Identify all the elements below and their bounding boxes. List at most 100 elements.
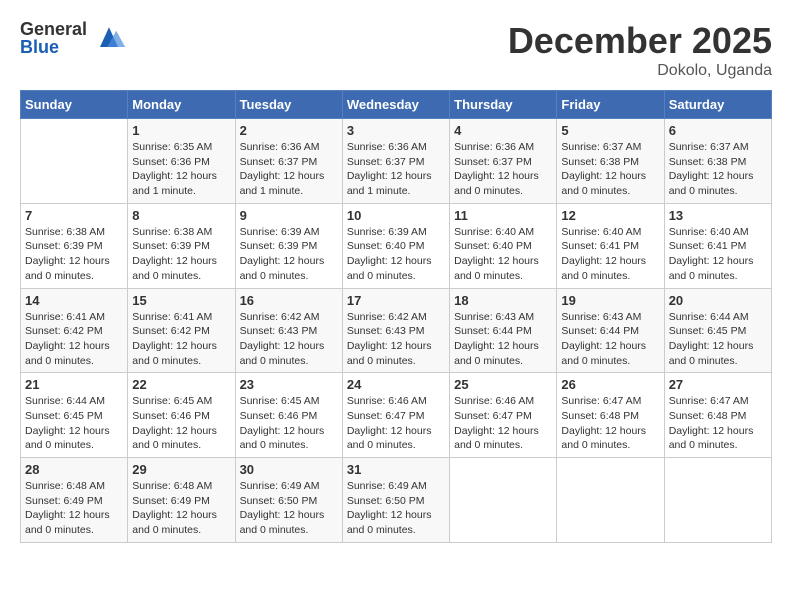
day-number: 16 [240, 293, 338, 308]
day-number: 20 [669, 293, 767, 308]
day-info: Sunrise: 6:36 AM Sunset: 6:37 PM Dayligh… [454, 140, 552, 199]
day-info: Sunrise: 6:43 AM Sunset: 6:44 PM Dayligh… [561, 310, 659, 369]
title-block: December 2025 Dokolo, Uganda [508, 20, 772, 80]
day-number: 10 [347, 208, 445, 223]
day-info: Sunrise: 6:40 AM Sunset: 6:41 PM Dayligh… [669, 225, 767, 284]
calendar-cell: 29 Sunrise: 6:48 AM Sunset: 6:49 PM Dayli… [128, 458, 235, 543]
calendar-week-row: 21Sunrise: 6:44 AM Sunset: 6:45 PM Dayli… [21, 373, 772, 458]
day-info: Sunrise: 6:38 AM Sunset: 6:39 PM Dayligh… [132, 225, 230, 284]
day-info: Sunrise: 6:35 AM Sunset: 6:36 PM Dayligh… [132, 140, 230, 199]
location: Dokolo, Uganda [508, 62, 772, 80]
calendar-cell: 17 Sunrise: 6:42 AM Sunset: 6:43 PM Dayli… [342, 288, 449, 373]
day-number: 3 [347, 123, 445, 138]
day-number: 29 [132, 462, 230, 477]
day-info: Sunrise: 6:47 AM Sunset: 6:48 PM Dayligh… [669, 394, 767, 453]
calendar-cell: 23Sunrise: 6:45 AM Sunset: 6:46 PM Dayli… [235, 373, 342, 458]
calendar-cell: 25 Sunrise: 6:46 AM Sunset: 6:47 PM Dayli… [450, 373, 557, 458]
day-info: Sunrise: 6:42 AM Sunset: 6:43 PM Dayligh… [347, 310, 445, 369]
day-info: Sunrise: 6:44 AM Sunset: 6:45 PM Dayligh… [669, 310, 767, 369]
day-number: 23 [240, 377, 338, 392]
page-header: General Blue December 2025 Dokolo, Ugand… [20, 20, 772, 80]
calendar-cell: 3 Sunrise: 6:36 AM Sunset: 6:37 PM Daylig… [342, 119, 449, 204]
day-number: 22 [132, 377, 230, 392]
calendar-header-row: SundayMondayTuesdayWednesdayThursdayFrid… [21, 91, 772, 119]
day-header-thursday: Thursday [450, 91, 557, 119]
calendar-cell: 19Sunrise: 6:43 AM Sunset: 6:44 PM Dayli… [557, 288, 664, 373]
day-number: 1 [132, 123, 230, 138]
day-info: Sunrise: 6:38 AM Sunset: 6:39 PM Dayligh… [25, 225, 123, 284]
logo-general: General [20, 20, 87, 38]
calendar-cell: 16Sunrise: 6:42 AM Sunset: 6:43 PM Dayli… [235, 288, 342, 373]
calendar-cell [557, 458, 664, 543]
logo-text: General Blue [20, 20, 87, 56]
day-number: 30 [240, 462, 338, 477]
day-info: Sunrise: 6:43 AM Sunset: 6:44 PM Dayligh… [454, 310, 552, 369]
day-header-sunday: Sunday [21, 91, 128, 119]
day-number: 9 [240, 208, 338, 223]
day-number: 4 [454, 123, 552, 138]
day-info: Sunrise: 6:49 AM Sunset: 6:50 PM Dayligh… [240, 479, 338, 538]
day-info: Sunrise: 6:36 AM Sunset: 6:37 PM Dayligh… [240, 140, 338, 199]
day-number: 18 [454, 293, 552, 308]
logo-blue: Blue [20, 38, 87, 56]
day-header-friday: Friday [557, 91, 664, 119]
calendar-cell [21, 119, 128, 204]
calendar-cell: 14 Sunrise: 6:41 AM Sunset: 6:42 PM Dayli… [21, 288, 128, 373]
calendar-week-row: 7 Sunrise: 6:38 AM Sunset: 6:39 PM Daylig… [21, 203, 772, 288]
day-info: Sunrise: 6:46 AM Sunset: 6:47 PM Dayligh… [454, 394, 552, 453]
day-info: Sunrise: 6:48 AM Sunset: 6:49 PM Dayligh… [25, 479, 123, 538]
calendar-week-row: 28Sunrise: 6:48 AM Sunset: 6:49 PM Dayli… [21, 458, 772, 543]
calendar-cell: 4 Sunrise: 6:36 AM Sunset: 6:37 PM Daylig… [450, 119, 557, 204]
calendar-cell: 11Sunrise: 6:40 AM Sunset: 6:40 PM Dayli… [450, 203, 557, 288]
calendar-cell: 18 Sunrise: 6:43 AM Sunset: 6:44 PM Dayli… [450, 288, 557, 373]
day-number: 5 [561, 123, 659, 138]
day-header-saturday: Saturday [664, 91, 771, 119]
day-info: Sunrise: 6:40 AM Sunset: 6:40 PM Dayligh… [454, 225, 552, 284]
day-info: Sunrise: 6:40 AM Sunset: 6:41 PM Dayligh… [561, 225, 659, 284]
day-info: Sunrise: 6:48 AM Sunset: 6:49 PM Dayligh… [132, 479, 230, 538]
day-number: 26 [561, 377, 659, 392]
day-info: Sunrise: 6:37 AM Sunset: 6:38 PM Dayligh… [669, 140, 767, 199]
calendar-cell: 27Sunrise: 6:47 AM Sunset: 6:48 PM Dayli… [664, 373, 771, 458]
calendar-week-row: 14 Sunrise: 6:41 AM Sunset: 6:42 PM Dayli… [21, 288, 772, 373]
day-info: Sunrise: 6:45 AM Sunset: 6:46 PM Dayligh… [132, 394, 230, 453]
day-info: Sunrise: 6:41 AM Sunset: 6:42 PM Dayligh… [132, 310, 230, 369]
calendar-cell: 15Sunrise: 6:41 AM Sunset: 6:42 PM Dayli… [128, 288, 235, 373]
day-info: Sunrise: 6:36 AM Sunset: 6:37 PM Dayligh… [347, 140, 445, 199]
day-info: Sunrise: 6:47 AM Sunset: 6:48 PM Dayligh… [561, 394, 659, 453]
calendar-cell: 9Sunrise: 6:39 AM Sunset: 6:39 PM Daylig… [235, 203, 342, 288]
calendar-cell: 21Sunrise: 6:44 AM Sunset: 6:45 PM Dayli… [21, 373, 128, 458]
calendar-cell: 7 Sunrise: 6:38 AM Sunset: 6:39 PM Daylig… [21, 203, 128, 288]
day-number: 25 [454, 377, 552, 392]
calendar-week-row: 1 Sunrise: 6:35 AM Sunset: 6:36 PM Daylig… [21, 119, 772, 204]
calendar-cell: 1 Sunrise: 6:35 AM Sunset: 6:36 PM Daylig… [128, 119, 235, 204]
day-header-monday: Monday [128, 91, 235, 119]
calendar-cell: 13 Sunrise: 6:40 AM Sunset: 6:41 PM Dayli… [664, 203, 771, 288]
calendar-cell: 30 Sunrise: 6:49 AM Sunset: 6:50 PM Dayli… [235, 458, 342, 543]
day-number: 8 [132, 208, 230, 223]
calendar-cell: 2Sunrise: 6:36 AM Sunset: 6:37 PM Daylig… [235, 119, 342, 204]
day-number: 13 [669, 208, 767, 223]
calendar-cell [664, 458, 771, 543]
calendar-cell: 26 Sunrise: 6:47 AM Sunset: 6:48 PM Dayli… [557, 373, 664, 458]
calendar-cell: 31Sunrise: 6:49 AM Sunset: 6:50 PM Dayli… [342, 458, 449, 543]
logo-icon [91, 20, 127, 56]
calendar-cell: 12 Sunrise: 6:40 AM Sunset: 6:41 PM Dayli… [557, 203, 664, 288]
day-number: 24 [347, 377, 445, 392]
day-header-wednesday: Wednesday [342, 91, 449, 119]
day-info: Sunrise: 6:41 AM Sunset: 6:42 PM Dayligh… [25, 310, 123, 369]
day-number: 17 [347, 293, 445, 308]
calendar-cell: 6Sunrise: 6:37 AM Sunset: 6:38 PM Daylig… [664, 119, 771, 204]
calendar-cell [450, 458, 557, 543]
calendar-table: SundayMondayTuesdayWednesdayThursdayFrid… [20, 90, 772, 543]
calendar-cell: 10Sunrise: 6:39 AM Sunset: 6:40 PM Dayli… [342, 203, 449, 288]
day-number: 12 [561, 208, 659, 223]
calendar-cell: 22 Sunrise: 6:45 AM Sunset: 6:46 PM Dayli… [128, 373, 235, 458]
calendar-cell: 28Sunrise: 6:48 AM Sunset: 6:49 PM Dayli… [21, 458, 128, 543]
logo: General Blue [20, 20, 127, 56]
calendar-cell: 24Sunrise: 6:46 AM Sunset: 6:47 PM Dayli… [342, 373, 449, 458]
day-info: Sunrise: 6:37 AM Sunset: 6:38 PM Dayligh… [561, 140, 659, 199]
day-number: 14 [25, 293, 123, 308]
day-info: Sunrise: 6:44 AM Sunset: 6:45 PM Dayligh… [25, 394, 123, 453]
day-number: 7 [25, 208, 123, 223]
